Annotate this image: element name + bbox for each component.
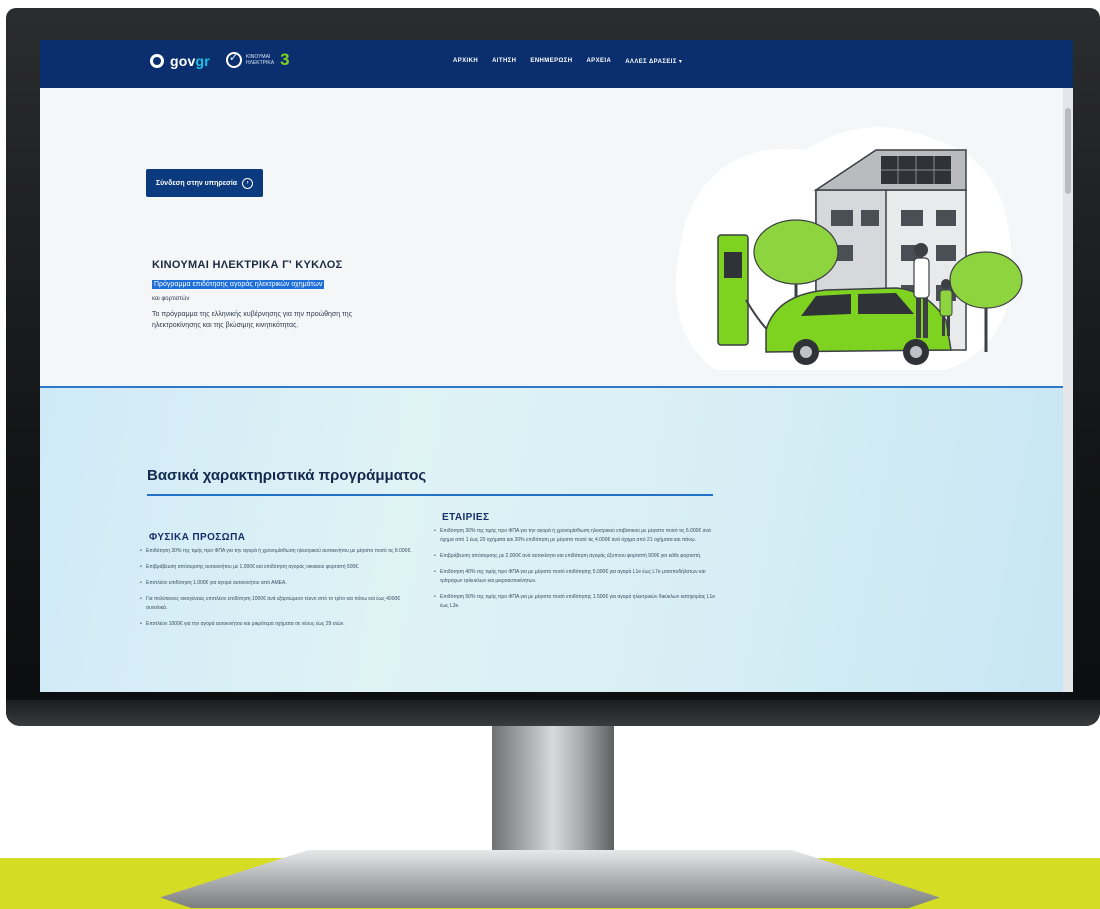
- list-item: Επιπλέον επιδότηση 1.000€ για αγορά αυτο…: [140, 579, 412, 588]
- nav-item-application[interactable]: ΑΙΤΗΣΗ: [492, 58, 516, 65]
- individuals-title: ΦΥΣΙΚΑ ΠΡΟΣΩΠΑ: [149, 532, 246, 543]
- program-logo-number: 3: [280, 50, 290, 69]
- hero-title: ΚΙΝΟΥΜΑΙ ΗΛΕΚΤΡΙΚΑ Γ' ΚΥΚΛΟΣ: [152, 259, 343, 271]
- hero-description: Το πρόγραμμα της ελληνικής κυβέρνησης γι…: [152, 311, 353, 329]
- companies-list: Επιδότηση 30% της τιμής προ ΦΠΑ για την …: [434, 527, 719, 618]
- hero-highlighted-text: Πρόγραμμα επιδότησης αγοράς ηλεκτρικών ο…: [152, 280, 325, 289]
- list-item: Επιδότηση 50% της τιμής προ ΦΠΑ για με μ…: [434, 593, 719, 611]
- nav-menu: ΑΡΧΙΚΗ ΑΙΤΗΣΗ ΕΝΗΜΕΡΩΣΗ ΑΡΧΕΙΑ ΑΛΛΕΣ ΔΡΑ…: [453, 58, 682, 65]
- arrow-right-icon: ›: [242, 177, 254, 189]
- companies-title: ΕΤΑΙΡΙΕΣ: [442, 512, 490, 523]
- child-person-icon: [941, 279, 951, 289]
- list-item: Για πολύτεκνες οικογένειες επιπλέον επιδ…: [140, 595, 412, 613]
- adult-person-icon: [914, 243, 928, 257]
- tree-right-icon: [949, 251, 1023, 309]
- gov-emblem-icon: [150, 54, 164, 68]
- page-scrollbar[interactable]: [1063, 88, 1073, 692]
- ev-charger-icon: [717, 234, 749, 346]
- program-logo[interactable]: ΚΙΝΟΥΜΑΙ ΗΛΕΚΤΡΙΚΑ 3: [226, 50, 290, 70]
- ev-house-illustration: [676, 127, 1023, 370]
- features-title-underline: [147, 494, 713, 496]
- login-button[interactable]: Σύνδεση στην υπηρεσία ›: [146, 169, 263, 197]
- features-title: Βασικά χαρακτηριστικά προγράμματος: [147, 467, 427, 484]
- list-item: Επιπλέον 1000€ για την αγορά αυτοκινήτου…: [140, 620, 412, 629]
- gov-gr-logo[interactable]: govgr: [150, 53, 210, 69]
- list-item: Επιδότηση 30% της τιμής προ ΦΠΑ για την …: [140, 547, 412, 556]
- nav-item-other-actions[interactable]: ΑΛΛΕΣ ΔΡΑΣΕΙΣ ▾: [625, 58, 682, 65]
- login-button-label: Σύνδεση στην υπηρεσία: [155, 179, 238, 187]
- hero-subtitle: και φορτιστών: [152, 296, 190, 302]
- scrollbar-thumb[interactable]: [1065, 108, 1071, 194]
- monitor-chin: [6, 700, 1100, 726]
- monitor-stand-neck: [492, 718, 614, 868]
- gov-logo-text: govgr: [170, 53, 210, 69]
- list-item: Επιβράβευση απόσυρσης αυτοκινήτου με 1.0…: [140, 563, 412, 572]
- nav-item-files[interactable]: ΑΡΧΕΙΑ: [586, 58, 611, 65]
- top-navbar: govgr ΚΙΝΟΥΜΑΙ ΗΛΕΚΤΡΙΚΑ 3 ΑΡΧΙΚΗ ΑΙΤΗΣΗ…: [40, 40, 1073, 88]
- tree-left-icon: [753, 219, 839, 285]
- list-item: Επιβράβευση απόσυρσης με 2.000€ ανά αυτο…: [434, 552, 719, 561]
- list-item: Επιδότηση 40% της τιμής προ ΦΠΑ για με μ…: [434, 568, 719, 586]
- program-logo-text: ΚΙΝΟΥΜΑΙ ΗΛΕΚΤΡΙΚΑ: [246, 54, 275, 66]
- nav-item-home[interactable]: ΑΡΧΙΚΗ: [453, 58, 478, 65]
- list-item: Επιδότηση 30% της τιμής προ ΦΠΑ για την …: [434, 527, 719, 545]
- check-ring-icon: [226, 51, 242, 68]
- nav-item-information[interactable]: ΕΝΗΜΕΡΩΣΗ: [530, 58, 572, 65]
- monitor-screen: govgr ΚΙΝΟΥΜΑΙ ΗΛΕΚΤΡΙΚΑ 3 ΑΡΧΙΚΗ ΑΙΤΗΣΗ…: [40, 40, 1073, 692]
- individuals-list: Επιδότηση 30% της τιμής προ ΦΠΑ για την …: [140, 547, 412, 636]
